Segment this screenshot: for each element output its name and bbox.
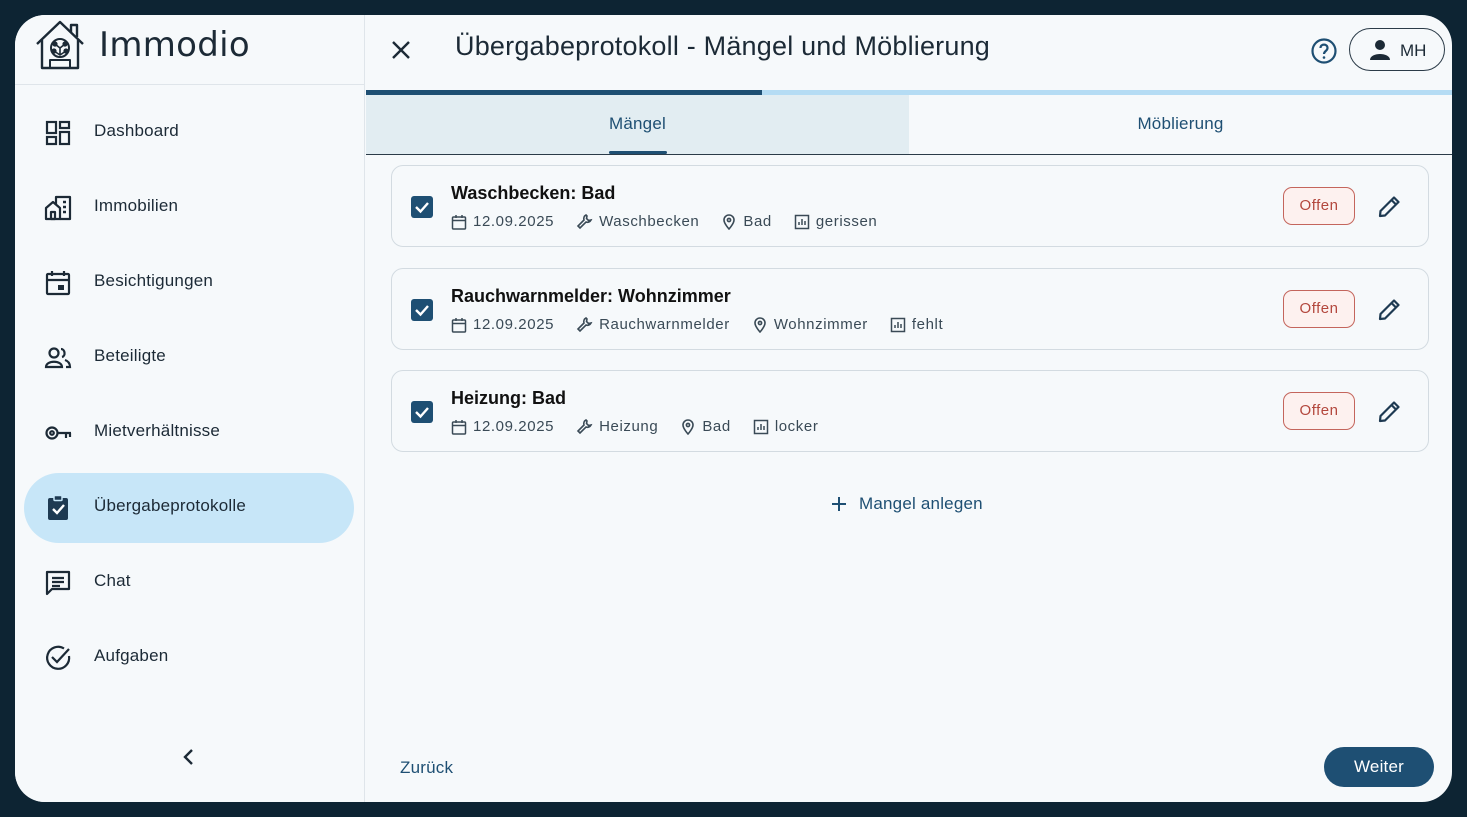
sidebar-item-dashboard[interactable]: Dashboard [24,98,354,168]
collapse-sidebar-chevron-left-icon[interactable] [177,745,201,769]
location-pin-icon [682,418,695,435]
next-button[interactable]: Weiter [1324,747,1434,787]
close-icon[interactable] [388,37,414,63]
user-icon [1370,40,1390,60]
app-window: Immodio Dashboard Immobilien Besichtigun… [15,15,1452,802]
defect-meta: 12.09.2025 Rauchwarnmelder Wohnzimmer fe… [451,316,965,333]
sidebar-item-beteiligte[interactable]: Beteiligte [24,323,354,393]
sidebar-item-label: Aufgaben [94,646,169,665]
page-title: Übergabeprotokoll - Mängel und Möblierun… [455,31,991,61]
sidebar-item-label: Beteiligte [94,346,166,365]
calendar-icon [451,419,467,435]
sidebar-item-label: Dashboard [94,121,179,140]
people-icon [44,347,72,369]
defect-title: Rauchwarnmelder: Wohnzimmer [451,286,731,306]
sidebar: Immodio Dashboard Immobilien Besichtigun… [15,15,365,802]
chart-box-icon [753,419,769,434]
sidebar-item-label: Mietverhältnisse [94,421,221,440]
defect-checkbox[interactable] [411,196,433,218]
edit-pencil-icon[interactable] [1377,296,1403,322]
calendar-icon [451,214,467,230]
chat-icon [45,570,71,596]
defect-card[interactable]: Waschbecken: Bad 12.09.2025 Waschbecken … [391,165,1429,247]
sidebar-item-label: Chat [94,571,131,590]
back-button[interactable]: Zurück [400,758,453,778]
user-menu-button[interactable]: MH [1349,28,1445,71]
tab-maengel[interactable]: Mängel [366,95,909,154]
wrench-icon [576,419,593,435]
add-defect-label: Mangel anlegen [859,494,983,513]
tab-bar: Mängel Möblierung [366,95,1452,155]
user-initials: MH [1400,41,1427,60]
header: Übergabeprotokoll - Mängel und Möblierun… [366,15,1452,91]
defect-checkbox[interactable] [411,401,433,423]
location-pin-icon [723,213,736,230]
brand: Immodio [15,15,365,85]
defect-item: Heizung [599,418,659,435]
wrench-icon [576,214,593,230]
sidebar-item-besichtigungen[interactable]: Besichtigungen [24,248,354,318]
status-badge: Offen [1283,187,1355,225]
edit-pencil-icon[interactable] [1377,193,1403,219]
app-name: Immodio [99,25,250,65]
tab-label: Mängel [609,114,666,133]
defect-title: Heizung: Bad [451,388,566,408]
add-defect-button[interactable]: Mangel anlegen [831,491,983,517]
sidebar-item-immobilien[interactable]: Immobilien [24,173,354,243]
defect-date: 12.09.2025 [473,213,555,230]
status-badge: Offen [1283,290,1355,328]
defect-room: Bad [743,213,772,230]
sidebar-item-chat[interactable]: Chat [24,548,354,618]
defect-meta: 12.09.2025 Heizung Bad locker [451,418,840,435]
dashboard-icon [45,120,71,146]
calendar-icon [45,271,71,296]
calendar-icon [451,317,467,333]
sidebar-item-label: Besichtigungen [94,271,214,290]
defect-room: Bad [702,418,731,435]
building-icon [44,195,72,221]
sidebar-item-uebergabeprotokolle[interactable]: Übergabeprotokolle [24,473,354,543]
status-badge: Offen [1283,392,1355,430]
check-circle-icon [46,645,71,670]
defect-condition: fehlt [911,316,944,333]
defect-meta: 12.09.2025 Waschbecken Bad gerissen [451,213,899,230]
defect-condition: locker [774,418,819,435]
defect-checkbox[interactable] [411,299,433,321]
help-icon[interactable] [1310,37,1338,65]
defect-room: Wohnzimmer [773,316,868,333]
chart-box-icon [794,214,810,229]
wrench-icon [576,317,593,333]
house-logo-icon [36,20,84,70]
checkmark-icon [415,305,429,317]
defect-date: 12.09.2025 [473,418,555,435]
tab-moeblierung[interactable]: Möblierung [909,95,1452,154]
plus-icon [832,497,846,511]
location-pin-icon [754,316,766,333]
chart-box-icon [890,317,906,332]
key-icon [45,426,72,440]
main-content: Übergabeprotokoll - Mängel und Möblierun… [366,15,1452,802]
defect-item: Rauchwarnmelder [599,316,730,333]
sidebar-item-label: Übergabeprotokolle [94,496,246,515]
defect-card[interactable]: Rauchwarnmelder: Wohnzimmer 12.09.2025 R… [391,268,1429,350]
defect-item: Waschbecken [599,213,700,230]
edit-pencil-icon[interactable] [1377,398,1403,424]
defect-card[interactable]: Heizung: Bad 12.09.2025 Heizung Bad lock… [391,370,1429,452]
defect-date: 12.09.2025 [473,316,555,333]
checkmark-icon [415,202,429,214]
clipboard-check-icon [48,494,68,520]
sidebar-item-mietverhaeltnisse[interactable]: Mietverhältnisse [24,398,354,468]
checkmark-icon [415,407,429,419]
tab-label: Möblierung [1137,114,1224,133]
sidebar-item-label: Immobilien [94,196,179,215]
defect-condition: gerissen [815,213,878,230]
tab-active-indicator [609,151,667,154]
sidebar-item-aufgaben[interactable]: Aufgaben [24,623,354,693]
defect-title: Waschbecken: Bad [451,183,616,203]
